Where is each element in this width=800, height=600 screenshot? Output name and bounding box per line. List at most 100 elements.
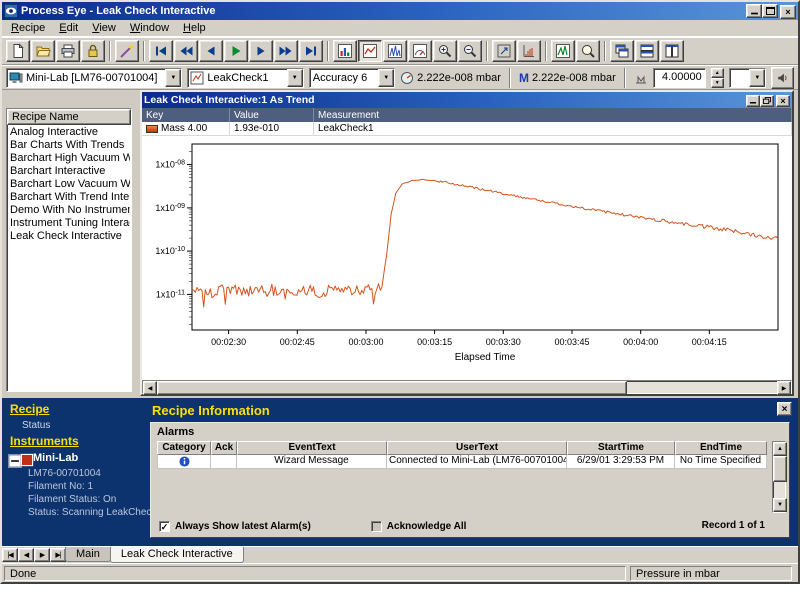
instrument-combo-arrow-icon[interactable]: ▼ xyxy=(165,69,181,87)
rewind-icon[interactable] xyxy=(174,40,198,62)
autoscale-icon[interactable] xyxy=(492,40,516,62)
range-combo[interactable]: ▼ xyxy=(729,68,767,88)
mdi-client-area: Recipe Name Analog InteractiveBar Charts… xyxy=(2,90,798,398)
maximize-icon[interactable] xyxy=(762,4,778,18)
menu-view[interactable]: View xyxy=(85,21,123,35)
alarm-col-usertext[interactable]: UserText xyxy=(387,441,567,455)
nav-link-instruments[interactable]: Instruments xyxy=(10,434,79,448)
instrument-combo[interactable]: Mini-Lab [LM76-00701004] ▼ xyxy=(6,68,182,88)
range-combo-arrow-icon[interactable]: ▼ xyxy=(749,69,765,87)
vertical-scrollbar[interactable]: ▲ ▼ xyxy=(772,441,786,513)
peak-search-icon[interactable] xyxy=(551,40,575,62)
spin-up-icon[interactable]: ▲ xyxy=(711,68,724,78)
alarm-col-ack[interactable]: Ack xyxy=(211,441,237,455)
checkbox-icon[interactable] xyxy=(371,521,382,532)
svg-text:00:04:15: 00:04:15 xyxy=(692,337,727,347)
menu-window[interactable]: Window xyxy=(123,21,176,35)
legend-col-measurement[interactable]: Measurement xyxy=(314,108,792,122)
alarm-col-starttime[interactable]: StartTime xyxy=(567,441,675,455)
step-forward-icon[interactable] xyxy=(249,40,273,62)
recipe-list-item[interactable]: Instrument Tuning Interactive xyxy=(8,217,130,230)
always-show-checkbox[interactable]: ✓ Always Show latest Alarm(s) xyxy=(159,521,311,532)
recipe-list-item[interactable]: Leak Check Interactive xyxy=(8,230,130,243)
checkbox-icon[interactable]: ✓ xyxy=(159,521,170,532)
tile-vertical-icon[interactable] xyxy=(660,40,684,62)
zoom-out-icon[interactable] xyxy=(458,40,482,62)
svg-text:1x10-11: 1x10-11 xyxy=(156,289,185,299)
recipe-list-item[interactable]: Barchart With Trend Interact... xyxy=(8,191,130,204)
legend-col-value[interactable]: Value xyxy=(230,108,314,122)
recipe-list-item[interactable]: Demo With No Instrument xyxy=(8,204,130,217)
minimize-icon[interactable] xyxy=(746,4,762,18)
svg-text:00:04:00: 00:04:00 xyxy=(623,337,658,347)
menu-recipe[interactable]: Recipe xyxy=(4,21,52,35)
step-back-icon[interactable] xyxy=(199,40,223,62)
mass-spinner[interactable]: 4.00000 xyxy=(653,68,706,88)
peak-view-icon[interactable] xyxy=(383,40,407,62)
alarm-col-eventtext[interactable]: EventText xyxy=(237,441,387,455)
tab-next-icon[interactable]: ▶ xyxy=(34,548,50,562)
spin-down-icon[interactable]: ▼ xyxy=(711,78,724,88)
trend-chart[interactable]: 1x10-081x10-091x10-101x10-1100:02:3000:0… xyxy=(142,136,792,380)
restore-icon[interactable] xyxy=(760,95,774,107)
new-recipe-icon[interactable] xyxy=(6,40,30,62)
recipe-list-item[interactable]: Barchart High Vacuum With ... xyxy=(8,152,130,165)
analog-view-icon[interactable] xyxy=(408,40,432,62)
go-end-icon[interactable] xyxy=(299,40,323,62)
measurement-combo-arrow-icon[interactable]: ▼ xyxy=(287,69,303,87)
lock-icon[interactable] xyxy=(81,40,105,62)
tree-collapse-icon[interactable] xyxy=(8,454,17,463)
acknowledge-all-checkbox[interactable]: Acknowledge All xyxy=(371,521,467,532)
search-icon[interactable] xyxy=(576,40,600,62)
accuracy-combo-arrow-icon[interactable]: ▼ xyxy=(378,69,394,87)
recipe-list-item[interactable]: Barchart Interactive xyxy=(8,165,130,178)
trend-legend-table: KeyValueMeasurementMass 4.001.93e-010Lea… xyxy=(142,108,792,136)
close-icon[interactable]: × xyxy=(780,5,796,19)
panel-close-icon[interactable]: × xyxy=(777,402,792,416)
log-scale-icon[interactable] xyxy=(517,40,541,62)
close-icon[interactable]: × xyxy=(776,95,790,107)
alarm-table: CategoryAckEventTextUserTextStartTimeEnd… xyxy=(157,441,767,469)
scroll-up-icon[interactable]: ▲ xyxy=(773,442,787,456)
max-pressure-readout: M 2.222e-008 mbar xyxy=(519,71,616,85)
nav-link-status[interactable]: Status xyxy=(22,420,50,431)
run-icon[interactable] xyxy=(224,40,248,62)
scroll-left-icon[interactable]: ◀ xyxy=(143,381,157,395)
wizard-icon[interactable] xyxy=(115,40,139,62)
scrollbar-thumb[interactable] xyxy=(157,381,627,395)
open-recipe-icon[interactable] xyxy=(31,40,55,62)
accuracy-combo[interactable]: Accuracy 6 ▼ xyxy=(309,68,395,88)
trend-view-icon[interactable] xyxy=(358,40,382,62)
print-icon[interactable] xyxy=(56,40,80,62)
cascade-windows-icon[interactable] xyxy=(610,40,634,62)
menu-edit[interactable]: Edit xyxy=(52,21,85,35)
recipe-list-item[interactable]: Barchart Low Vacuum With ... xyxy=(8,178,130,191)
speaker-icon[interactable] xyxy=(771,67,794,89)
barchart-view-icon[interactable] xyxy=(333,40,357,62)
scrollbar-thumb[interactable] xyxy=(773,456,787,482)
menu-help[interactable]: Help xyxy=(176,21,213,35)
recipe-list-item[interactable]: Analog Interactive xyxy=(8,126,130,139)
horizontal-scrollbar[interactable]: ◀ ▶ xyxy=(142,380,792,394)
tab-leak-check-interactive[interactable]: Leak Check Interactive xyxy=(110,547,244,563)
tab-last-icon[interactable]: ▶| xyxy=(50,548,66,562)
legend-row[interactable]: Mass 4.001.93e-010LeakCheck1 xyxy=(142,122,792,136)
nav-link-recipe[interactable]: Recipe xyxy=(10,402,49,416)
alarm-row[interactable]: Wizard MessageConnected to Mini-Lab (LM7… xyxy=(157,455,767,469)
go-start-icon[interactable] xyxy=(149,40,173,62)
tile-horizontal-icon[interactable] xyxy=(635,40,659,62)
tab-prev-icon[interactable]: ◀ xyxy=(18,548,34,562)
scroll-down-icon[interactable]: ▼ xyxy=(773,498,787,512)
legend-col-key[interactable]: Key xyxy=(142,108,230,122)
alarm-col-category[interactable]: Category xyxy=(157,441,211,455)
recipe-list-item[interactable]: Bar Charts With Trends xyxy=(8,139,130,152)
tree-node-minilab[interactable]: Mini-Lab xyxy=(8,452,78,464)
scroll-right-icon[interactable]: ▶ xyxy=(777,381,791,395)
alarm-col-endtime[interactable]: EndTime xyxy=(675,441,767,455)
zoom-in-icon[interactable] xyxy=(433,40,457,62)
measurement-combo[interactable]: LeakCheck1 ▼ xyxy=(187,68,303,88)
fast-forward-icon[interactable] xyxy=(274,40,298,62)
minimize-icon[interactable] xyxy=(746,95,760,107)
tab-first-icon[interactable]: |◀ xyxy=(2,548,18,562)
tab-main[interactable]: Main xyxy=(65,547,111,562)
